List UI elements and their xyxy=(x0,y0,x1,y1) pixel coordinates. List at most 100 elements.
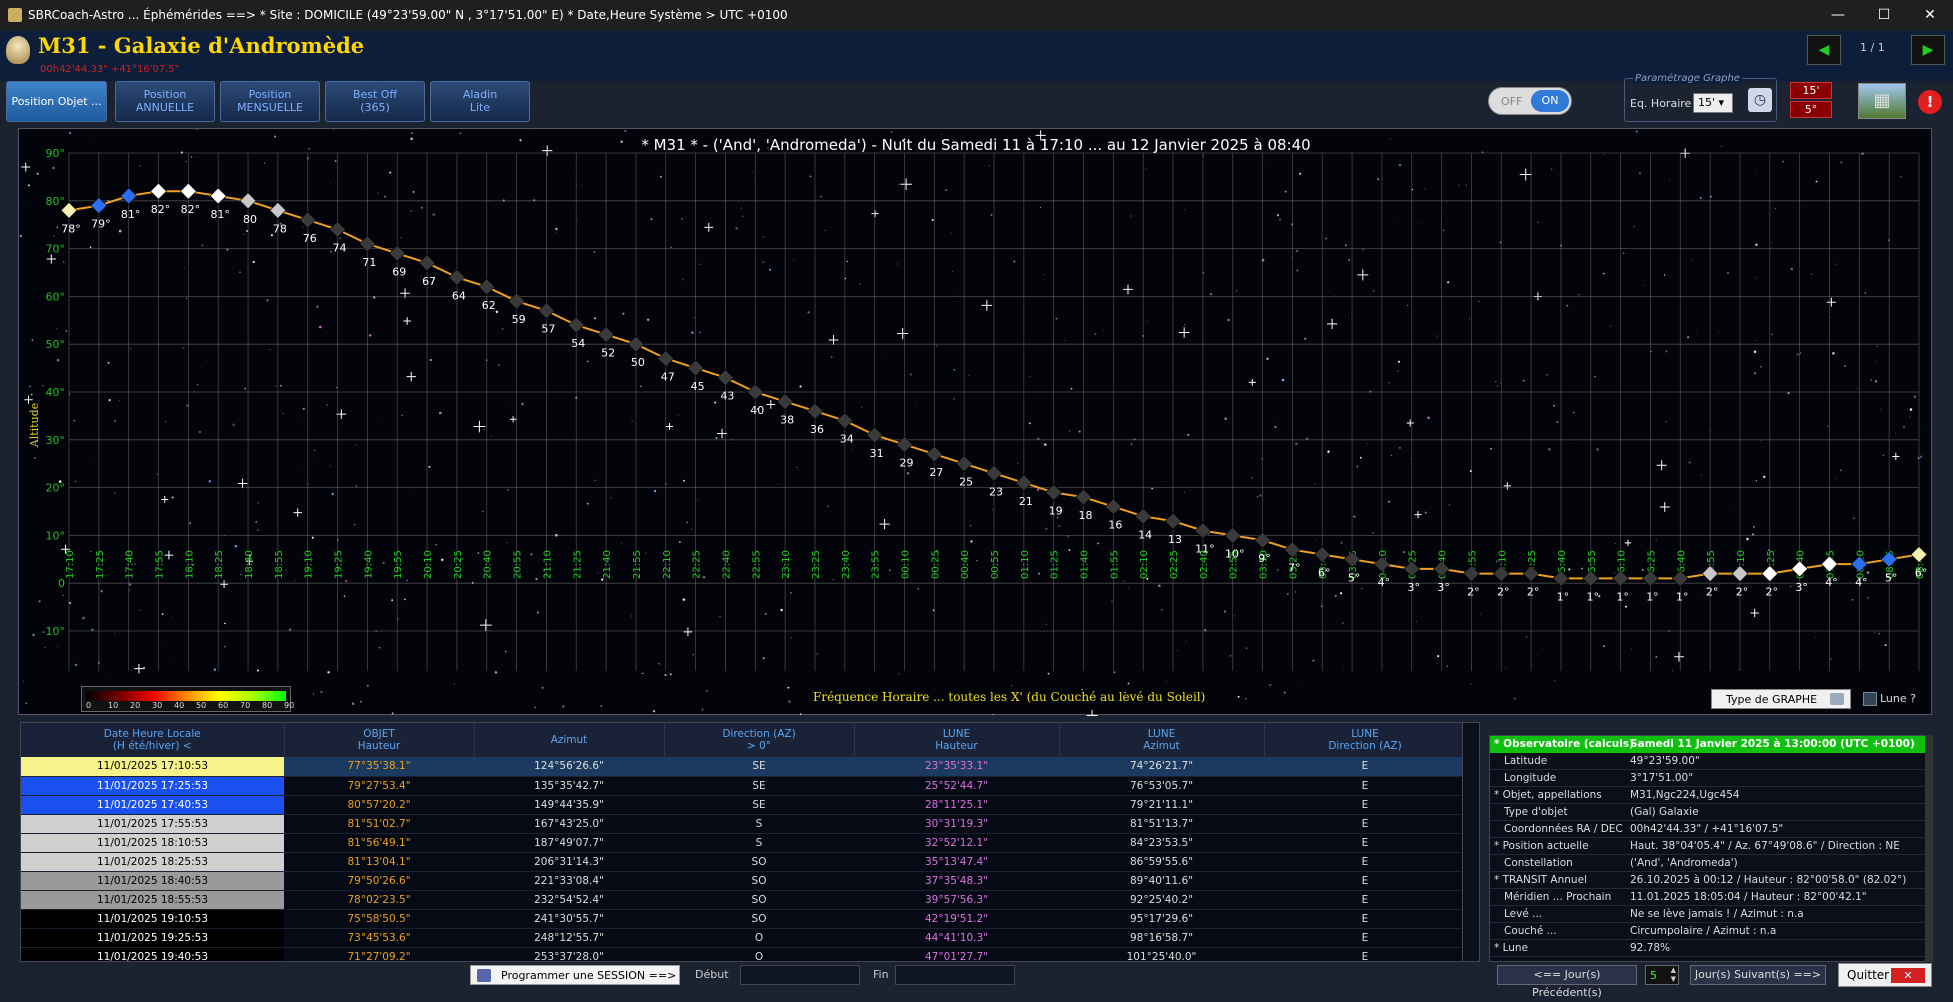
altitude-point-marker xyxy=(240,193,256,209)
star xyxy=(1398,361,1400,363)
table-row[interactable]: 11/01/2025 18:10:5381°56'49.1"187°49'07.… xyxy=(21,833,1466,852)
prev-page-button[interactable]: ◀ xyxy=(1807,35,1841,65)
star xyxy=(1068,549,1070,551)
table-row[interactable]: 11/01/2025 17:55:5381°51'02.7"167°43'25.… xyxy=(21,814,1466,833)
x-tick-label: 02:25 xyxy=(1169,550,1180,579)
star xyxy=(1852,599,1854,601)
star xyxy=(295,580,296,581)
altitude-point-marker xyxy=(1225,527,1241,543)
next-days-button[interactable]: Jour(s) Suivant(s) ==> xyxy=(1690,965,1826,985)
program-session-button[interactable]: Programmer une SESSION ==> xyxy=(470,965,680,985)
table-row[interactable]: 11/01/2025 17:40:5380°57'20.2"149°44'35.… xyxy=(21,795,1466,814)
table-row[interactable]: 11/01/2025 17:10:5377°35'38.1"124°56'26.… xyxy=(21,757,1466,776)
altitude-point-label: 43 xyxy=(720,390,734,403)
altitude-point-label: 1° xyxy=(1676,590,1689,603)
alert-icon[interactable]: ! xyxy=(1918,90,1942,114)
interval-minutes-badge[interactable]: 15' xyxy=(1790,82,1832,99)
x-tick-label: 01:10 xyxy=(1020,550,1031,579)
y-tick-label: 70° xyxy=(46,243,66,256)
star xyxy=(681,218,683,220)
table-row[interactable]: 11/01/2025 19:10:5375°58'50.5"241°30'55.… xyxy=(21,909,1466,928)
altitude-point-marker xyxy=(956,456,972,472)
quit-button[interactable]: Quitter ✕ xyxy=(1838,963,1932,987)
star xyxy=(52,167,54,169)
info-scrollbar[interactable] xyxy=(1925,735,1933,962)
altitude-point-marker xyxy=(1255,532,1271,548)
altitude-point-label: 3° xyxy=(1407,581,1420,594)
column-header[interactable]: Direction (AZ)> 0° xyxy=(664,723,854,757)
table-cell-ld: E xyxy=(1264,814,1466,833)
tab-position-annuelle[interactable]: Position ANNUELLE xyxy=(115,81,215,122)
graph-type-button[interactable]: Type de GRAPHE xyxy=(1711,689,1851,709)
star xyxy=(355,485,357,487)
altitude-point-label: 71 xyxy=(362,256,376,269)
star xyxy=(332,493,334,495)
table-row[interactable]: 11/01/2025 19:40:5371°27'09.2"253°37'28.… xyxy=(21,947,1466,962)
star xyxy=(1775,208,1776,209)
bright-star xyxy=(403,317,411,325)
table-row[interactable]: 11/01/2025 19:25:5373°45'53.6"248°12'55.… xyxy=(21,928,1466,947)
table-row[interactable]: 11/01/2025 17:25:5379°27'53.4"135°35'42.… xyxy=(21,776,1466,795)
tab-best-off[interactable]: Best Off (365) xyxy=(325,81,425,122)
star xyxy=(257,529,259,531)
days-stepper[interactable]: 5 ▲▼ xyxy=(1645,965,1679,985)
altitude-point-label: 2° xyxy=(1706,586,1719,599)
star xyxy=(335,160,336,161)
star xyxy=(1603,645,1605,647)
bright-star xyxy=(1660,502,1670,512)
star xyxy=(1124,580,1126,582)
star xyxy=(706,690,707,691)
start-field[interactable] xyxy=(740,965,860,985)
star xyxy=(891,623,892,624)
star xyxy=(1666,421,1667,422)
star xyxy=(1760,366,1762,368)
info-value: 49°23'59.00" xyxy=(1630,755,1700,767)
column-header[interactable]: LUNEHauteur xyxy=(854,723,1059,757)
previous-days-button[interactable]: <== Jour(s) Précédent(s) xyxy=(1497,965,1637,985)
column-header[interactable]: Azimut xyxy=(474,723,664,757)
star xyxy=(1633,226,1635,228)
on-off-toggle[interactable]: OFF ON xyxy=(1488,87,1572,115)
altitude-point-label: 34 xyxy=(840,433,854,446)
altitude-point-label: 3° xyxy=(1795,581,1808,594)
calendar-clock-icon[interactable]: ◷ xyxy=(1748,88,1772,112)
bright-star xyxy=(24,396,32,404)
stepper-arrows-icon[interactable]: ▲▼ xyxy=(1671,966,1676,984)
column-header[interactable]: OBJETHauteur xyxy=(284,723,474,757)
moon-checkbox[interactable]: Lune ? xyxy=(1857,689,1929,709)
maximize-button[interactable]: ☐ xyxy=(1861,0,1907,31)
close-button[interactable]: ✕ xyxy=(1907,0,1953,31)
column-header-sublabel: (H été/hiver) < xyxy=(21,740,284,752)
star xyxy=(1603,154,1604,155)
star xyxy=(827,506,828,507)
table-row[interactable]: 11/01/2025 18:40:5379°50'26.6"221°33'08.… xyxy=(21,871,1466,890)
table-row[interactable]: 11/01/2025 18:25:5381°13'04.1"206°31'14.… xyxy=(21,852,1466,871)
star xyxy=(1885,644,1887,646)
table-row[interactable]: 11/01/2025 18:55:5378°02'23.5"232°54'52.… xyxy=(21,890,1466,909)
star xyxy=(594,251,595,252)
table-scrollbar[interactable] xyxy=(1462,722,1480,962)
star xyxy=(763,473,764,474)
interval-value: 15' xyxy=(1698,96,1715,109)
end-field[interactable] xyxy=(895,965,1015,985)
star xyxy=(1573,412,1575,414)
column-header[interactable]: Date Heure Locale(H été/hiver) < xyxy=(21,723,284,757)
bright-star xyxy=(238,479,247,488)
column-header[interactable]: LUNEDirection (AZ) xyxy=(1264,723,1466,757)
tab-aladin-lite[interactable]: Aladin Lite xyxy=(430,81,530,122)
column-header[interactable]: LUNEAzimut xyxy=(1059,723,1264,757)
table-cell-az: 221°33'08.4" xyxy=(474,871,664,890)
moon-checkbox-box[interactable] xyxy=(1863,692,1877,706)
sky-image-icon[interactable]: ▦ xyxy=(1858,83,1906,119)
star xyxy=(1830,658,1831,659)
minimize-button[interactable]: — xyxy=(1815,0,1861,31)
altitude-point-marker xyxy=(1135,508,1151,524)
star xyxy=(1446,202,1447,203)
star xyxy=(1853,518,1854,519)
tab-position-objet[interactable]: Position Objet ... xyxy=(6,81,107,122)
star xyxy=(1141,423,1142,424)
interval-select[interactable]: 15' ▾ xyxy=(1693,93,1733,113)
tab-position-mensuelle[interactable]: Position MENSUELLE xyxy=(220,81,320,122)
next-page-button[interactable]: ▶ xyxy=(1911,35,1945,65)
altitude-step-badge[interactable]: 5° xyxy=(1790,101,1832,118)
